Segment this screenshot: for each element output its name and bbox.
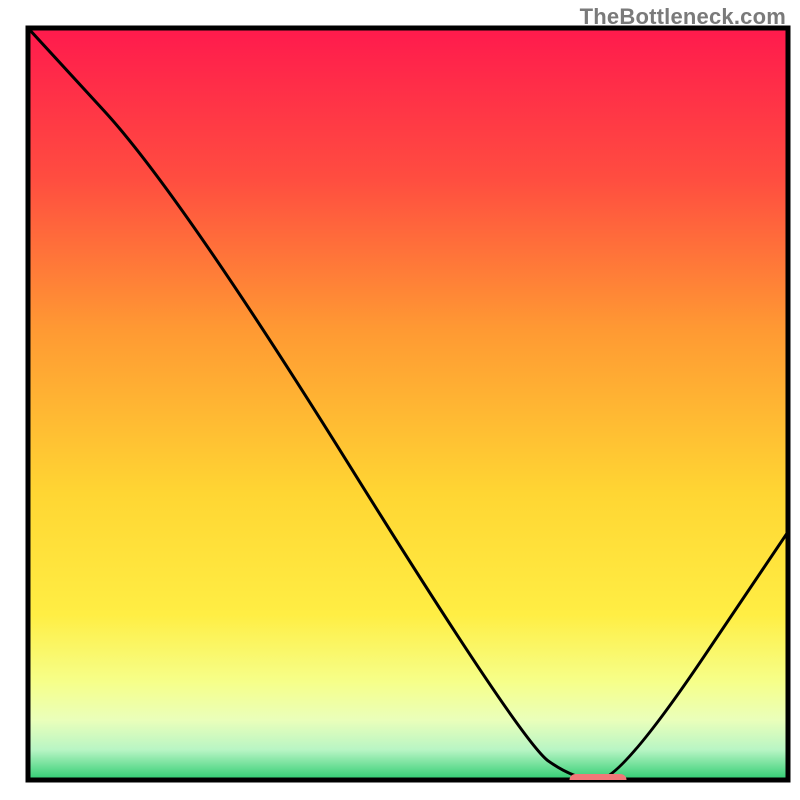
chart-svg [0,0,800,800]
watermark-text: TheBottleneck.com [580,4,786,30]
gradient-background [28,28,788,780]
bottleneck-chart: TheBottleneck.com [0,0,800,800]
optimal-range-marker [570,774,627,786]
